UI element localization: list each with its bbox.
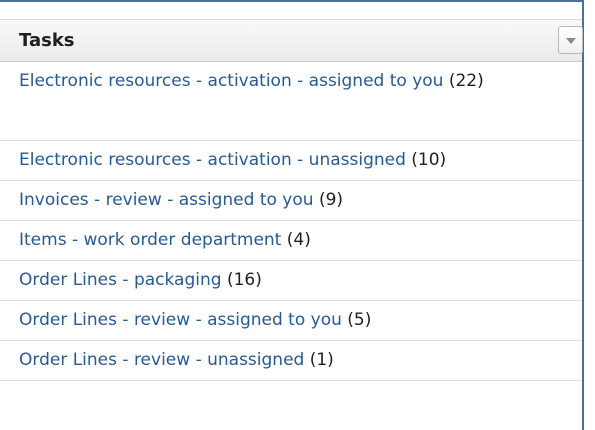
task-link[interactable]: Order Lines - review - assigned to you <box>19 310 342 330</box>
task-count: (9) <box>318 190 344 210</box>
task-count: (16) <box>226 270 262 290</box>
tasks-header: Tasks <box>0 19 583 62</box>
chevron-down-icon <box>566 38 576 44</box>
task-row: Invoices - review - assigned to you (9) <box>0 181 582 221</box>
task-row: Items - work order department (4) <box>0 221 582 261</box>
task-link[interactable]: Invoices - review - assigned to you <box>19 190 314 210</box>
task-count: (22) <box>448 71 484 91</box>
task-row: Order Lines - packaging (16) <box>0 261 582 301</box>
task-row: Electronic resources - activation - unas… <box>0 141 582 181</box>
task-row: Electronic resources - activation - assi… <box>0 62 582 141</box>
task-link[interactable]: Order Lines - packaging <box>19 270 222 290</box>
task-row: Order Lines - review - assigned to you (… <box>0 301 582 341</box>
panel-menu-button[interactable] <box>558 26 583 54</box>
task-link[interactable]: Order Lines - review - unassigned <box>19 350 304 370</box>
panel-title: Tasks <box>19 30 75 51</box>
task-count: (5) <box>347 310 372 330</box>
task-list: Electronic resources - activation - assi… <box>0 62 582 381</box>
task-link[interactable]: Electronic resources - activation - unas… <box>19 150 406 170</box>
task-link[interactable]: Electronic resources - activation - assi… <box>19 71 443 91</box>
task-count: (1) <box>309 350 334 370</box>
task-count: (4) <box>286 230 311 250</box>
task-link[interactable]: Items - work order department <box>19 230 281 250</box>
tasks-widget: Tasks Electronic resources - activation … <box>0 0 584 430</box>
task-count: (10) <box>411 150 447 170</box>
task-row: Order Lines - review - unassigned (1) <box>0 341 582 381</box>
